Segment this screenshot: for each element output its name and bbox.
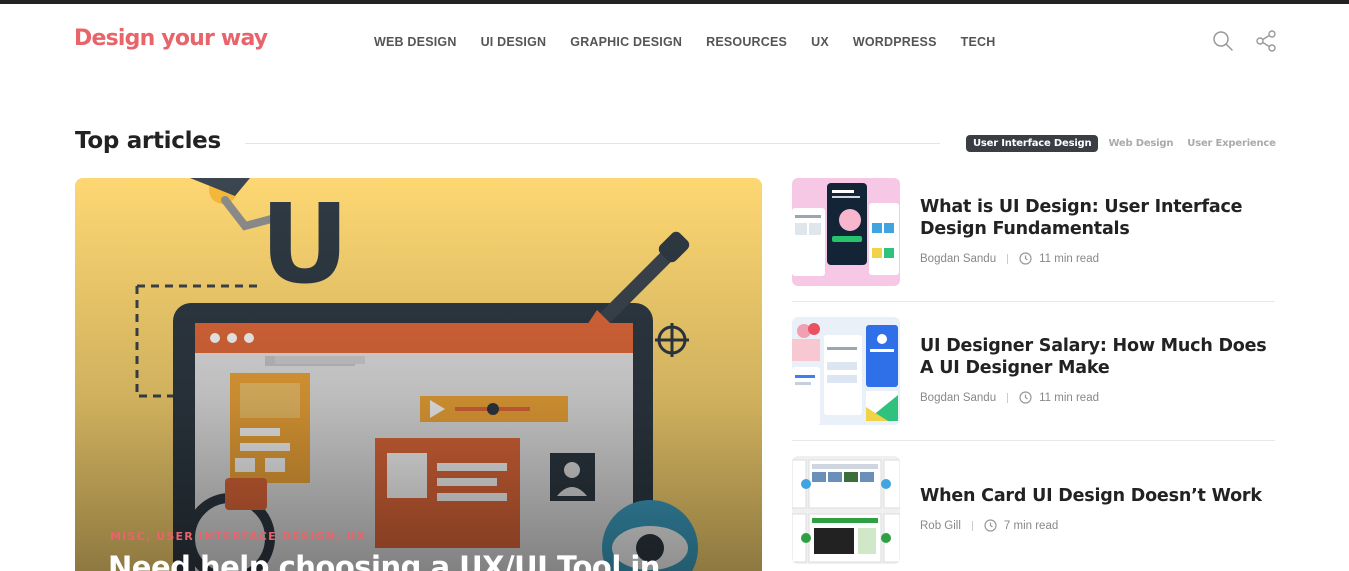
hero-categories[interactable]: MISC, USER INTERFACE DESIGN, UX — [110, 530, 366, 543]
article-thumbnail[interactable] — [792, 456, 900, 564]
article-author[interactable]: Rob Gill — [920, 520, 961, 532]
article-read-time: 7 min read — [1003, 519, 1059, 532]
article-title[interactable]: What is UI Design: User Interface Design… — [920, 196, 1275, 240]
article-divider — [792, 440, 1275, 441]
site-logo[interactable]: Design your way — [74, 26, 268, 51]
filter-user-experience[interactable]: User Experience — [1183, 136, 1279, 151]
nav-item-wordpress[interactable]: WORDPRESS — [853, 35, 937, 49]
clock-icon — [1019, 391, 1032, 404]
search-icon[interactable] — [1211, 29, 1235, 53]
filter-user-interface-design[interactable]: User Interface Design — [966, 135, 1099, 152]
nav-item-resources[interactable]: RESOURCES — [706, 35, 787, 49]
nav-item-web-design[interactable]: WEB DESIGN — [374, 35, 457, 49]
article-card: When Card UI Design Doesn’t Work Rob Gil… — [792, 456, 1275, 571]
nav-item-ui-design[interactable]: UI DESIGN — [481, 35, 547, 49]
main-nav: WEB DESIGN UI DESIGN GRAPHIC DESIGN RESO… — [374, 35, 995, 49]
article-read-time: 11 min read — [1039, 391, 1099, 404]
top-border — [0, 0, 1349, 4]
article-read-time: 11 min read — [1039, 252, 1099, 265]
section-title: Top articles — [75, 128, 221, 154]
filter-web-design[interactable]: Web Design — [1104, 136, 1177, 151]
nav-item-graphic-design[interactable]: GRAPHIC DESIGN — [570, 35, 682, 49]
section-divider — [245, 143, 940, 144]
article-card: What is UI Design: User Interface Design… — [792, 178, 1275, 302]
article-author[interactable]: Bogdan Sandu — [920, 392, 996, 404]
article-meta: Rob Gill 7 min read — [920, 519, 1058, 532]
article-title[interactable]: UI Designer Salary: How Much Does A UI D… — [920, 335, 1275, 379]
share-icon[interactable] — [1254, 29, 1278, 53]
category-filters: User Interface Design Web Design User Ex… — [966, 135, 1280, 152]
meta-divider — [1007, 392, 1009, 403]
meta-divider — [1007, 253, 1009, 264]
article-author[interactable]: Bogdan Sandu — [920, 253, 996, 265]
article-meta: Bogdan Sandu 11 min read — [920, 391, 1099, 404]
featured-article[interactable]: U — [75, 178, 762, 571]
article-thumbnail[interactable] — [792, 178, 900, 286]
article-card: UI Designer Salary: How Much Does A UI D… — [792, 317, 1275, 441]
article-thumbnail[interactable] — [792, 317, 900, 425]
nav-item-ux[interactable]: UX — [811, 35, 829, 49]
article-meta: Bogdan Sandu 11 min read — [920, 252, 1099, 265]
clock-icon — [1019, 252, 1032, 265]
hero-title[interactable]: Need help choosing a UX/UI Tool in — [108, 550, 748, 571]
article-title[interactable]: When Card UI Design Doesn’t Work — [920, 485, 1275, 507]
hero-illustration: U — [75, 178, 762, 571]
nav-item-tech[interactable]: TECH — [961, 35, 996, 49]
article-divider — [792, 301, 1275, 302]
clock-icon — [984, 519, 997, 532]
meta-divider — [971, 520, 973, 531]
